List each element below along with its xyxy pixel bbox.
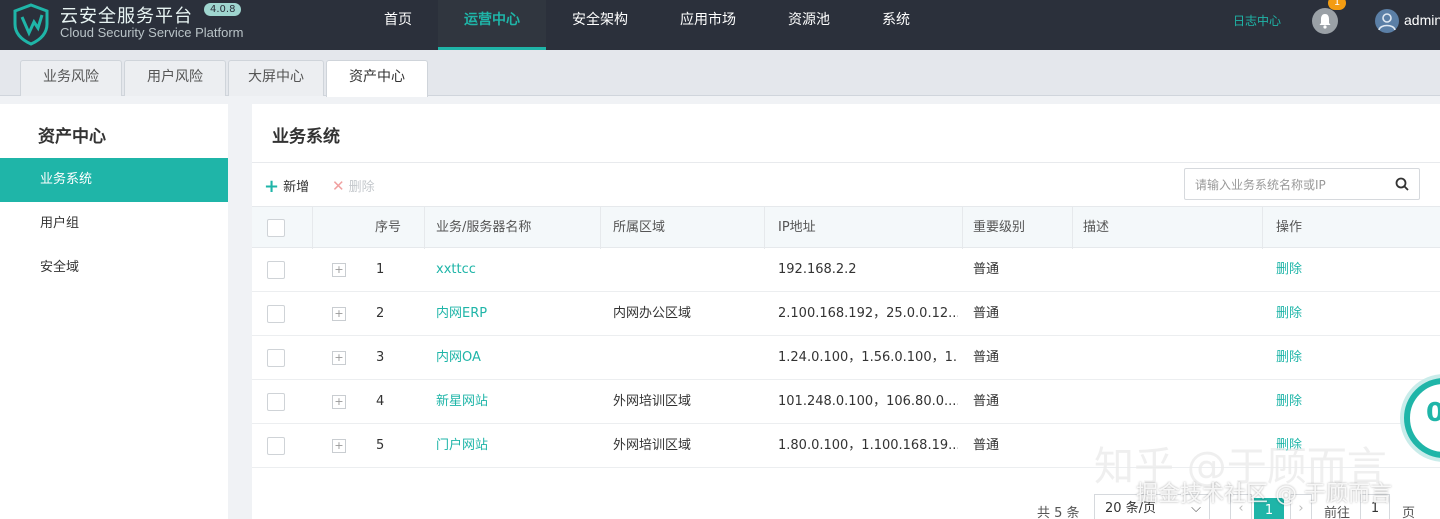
cell-no: 2	[376, 306, 385, 321]
search-input[interactable]	[1195, 175, 1385, 195]
cell-no: 3	[376, 350, 385, 365]
delete-button-label: 删除	[348, 180, 375, 195]
column-separator	[962, 207, 963, 249]
search-icon[interactable]	[1395, 177, 1409, 191]
nav-item-system[interactable]: 系统	[856, 0, 936, 50]
row-checkbox[interactable]	[267, 349, 285, 367]
sidebar-item-business-system[interactable]: 业务系统	[0, 158, 228, 202]
add-button[interactable]: + 新增	[264, 176, 309, 197]
cell-ip: 192.168.2.2	[778, 262, 857, 277]
cell-region: 外网培训区域	[613, 438, 692, 453]
nav-item-operations[interactable]: 运营中心	[438, 0, 546, 50]
cell-level: 普通	[973, 306, 1000, 321]
cell-level: 普通	[973, 438, 1000, 453]
row-delete-link[interactable]: 删除	[1276, 380, 1302, 424]
column-separator	[600, 207, 601, 249]
cell-no: 4	[376, 394, 385, 409]
widget-glyph: 0	[1426, 398, 1440, 428]
row-delete-link[interactable]: 删除	[1276, 292, 1302, 336]
cell-level: 普通	[973, 394, 1000, 409]
column-header-desc[interactable]: 描述	[1083, 207, 1109, 249]
tab-big-screen[interactable]: 大屏中心	[228, 60, 324, 96]
nav-item-home[interactable]: 首页	[358, 0, 438, 50]
table-row: + 4 新星网站 外网培训区域 101.248.0.100，106.80.0..…	[252, 380, 1440, 424]
notification-count-badge: 1	[1328, 0, 1346, 10]
column-header-action[interactable]: 操作	[1276, 207, 1302, 249]
log-center-link[interactable]: 日志中心	[1233, 12, 1281, 29]
divider	[252, 162, 1440, 163]
cell-level: 普通	[973, 350, 1000, 365]
row-checkbox[interactable]	[267, 261, 285, 279]
delete-button[interactable]: ✕ 删除	[332, 176, 375, 195]
top-bar: 云安全服务平台 4.0.8 Cloud Security Service Pla…	[0, 0, 1440, 50]
column-header-no[interactable]: 序号	[375, 207, 401, 249]
row-delete-link[interactable]: 删除	[1276, 248, 1302, 292]
row-checkbox[interactable]	[267, 437, 285, 455]
expand-icon[interactable]: +	[332, 395, 346, 409]
row-checkbox[interactable]	[267, 305, 285, 323]
cell-no: 1	[376, 262, 385, 277]
table-row: + 3 内网OA 1.24.0.100，1.56.0.100，1... 普通 删…	[252, 336, 1440, 380]
sidebar-item-security-domain[interactable]: 安全域	[0, 246, 228, 290]
nav-item-security-architecture[interactable]: 安全架构	[546, 0, 654, 50]
cell-name-link[interactable]: 内网ERP	[436, 292, 487, 336]
column-separator	[1262, 207, 1263, 249]
cell-region: 外网培训区域	[613, 394, 692, 409]
cell-name-link[interactable]: 门户网站	[436, 424, 488, 468]
cell-name-link[interactable]: xxttcc	[436, 248, 476, 292]
select-all-checkbox[interactable]	[267, 219, 285, 237]
cell-ip: 2.100.168.192，25.0.0.12...	[778, 306, 958, 321]
sidebar-title: 资产中心	[38, 127, 106, 147]
cell-name-link[interactable]: 内网OA	[436, 336, 481, 380]
table-header: 序号 业务/服务器名称 所属区域 IP地址 重要级别 描述 操作	[252, 206, 1440, 249]
tab-business-risk[interactable]: 业务风险	[20, 60, 122, 96]
expand-icon[interactable]: +	[332, 263, 346, 277]
expand-icon[interactable]: +	[332, 307, 346, 321]
sidebar: 资产中心 业务系统 用户组 安全域	[0, 104, 228, 519]
cell-ip: 101.248.0.100，106.80.0....	[778, 394, 958, 409]
sidebar-item-user-group[interactable]: 用户组	[0, 202, 228, 246]
column-header-ip[interactable]: IP地址	[778, 207, 816, 249]
column-separator	[424, 207, 425, 249]
column-separator	[764, 207, 765, 249]
tab-user-risk[interactable]: 用户风险	[124, 60, 226, 96]
bell-icon[interactable]	[1312, 8, 1338, 34]
column-header-region[interactable]: 所属区域	[613, 207, 665, 249]
brand-subtitle: Cloud Security Service Platform	[60, 25, 244, 40]
table-row: + 2 内网ERP 内网办公区域 2.100.168.192，25.0.0.12…	[252, 292, 1440, 336]
page-tabs: 业务风险 用户风险 大屏中心 资产中心	[0, 50, 1440, 97]
user-avatar-icon[interactable]	[1375, 9, 1399, 33]
tab-asset-center[interactable]: 资产中心	[326, 60, 428, 97]
column-header-name[interactable]: 业务/服务器名称	[436, 207, 531, 249]
close-icon: ✕	[332, 177, 345, 195]
expand-icon[interactable]: +	[332, 439, 346, 453]
plus-icon: +	[264, 176, 280, 197]
watermark-juejin: 掘金技术社区 @ 于顾而言	[1136, 482, 1392, 507]
row-checkbox[interactable]	[267, 393, 285, 411]
add-button-label: 新增	[283, 180, 310, 195]
cell-ip: 1.80.0.100，1.100.168.19...	[778, 438, 958, 453]
cell-ip: 1.24.0.100，1.56.0.100，1...	[778, 350, 958, 365]
column-separator	[312, 207, 313, 249]
page-title: 业务系统	[272, 127, 340, 147]
column-header-level[interactable]: 重要级别	[973, 207, 1025, 249]
row-delete-link[interactable]: 删除	[1276, 336, 1302, 380]
cell-level: 普通	[973, 262, 1000, 277]
table-row: + 1 xxttcc 192.168.2.2 普通 删除	[252, 248, 1440, 292]
cell-no: 5	[376, 438, 385, 453]
main-nav: 首页 运营中心 安全架构 应用市场 资源池 系统	[358, 0, 936, 50]
logo-shield-icon[interactable]	[10, 2, 52, 46]
search-field	[1184, 168, 1420, 200]
cell-region: 内网办公区域	[613, 306, 692, 321]
expand-icon[interactable]: +	[332, 351, 346, 365]
nav-item-app-market[interactable]: 应用市场	[654, 0, 762, 50]
version-badge: 4.0.8	[204, 3, 242, 16]
cell-name-link[interactable]: 新星网站	[436, 380, 488, 424]
username[interactable]: admin	[1404, 12, 1440, 28]
pagination-total: 共 5 条	[1037, 506, 1080, 519]
goto-suffix: 页	[1402, 506, 1416, 519]
column-separator	[1072, 207, 1073, 249]
nav-item-resource-pool[interactable]: 资源池	[762, 0, 856, 50]
